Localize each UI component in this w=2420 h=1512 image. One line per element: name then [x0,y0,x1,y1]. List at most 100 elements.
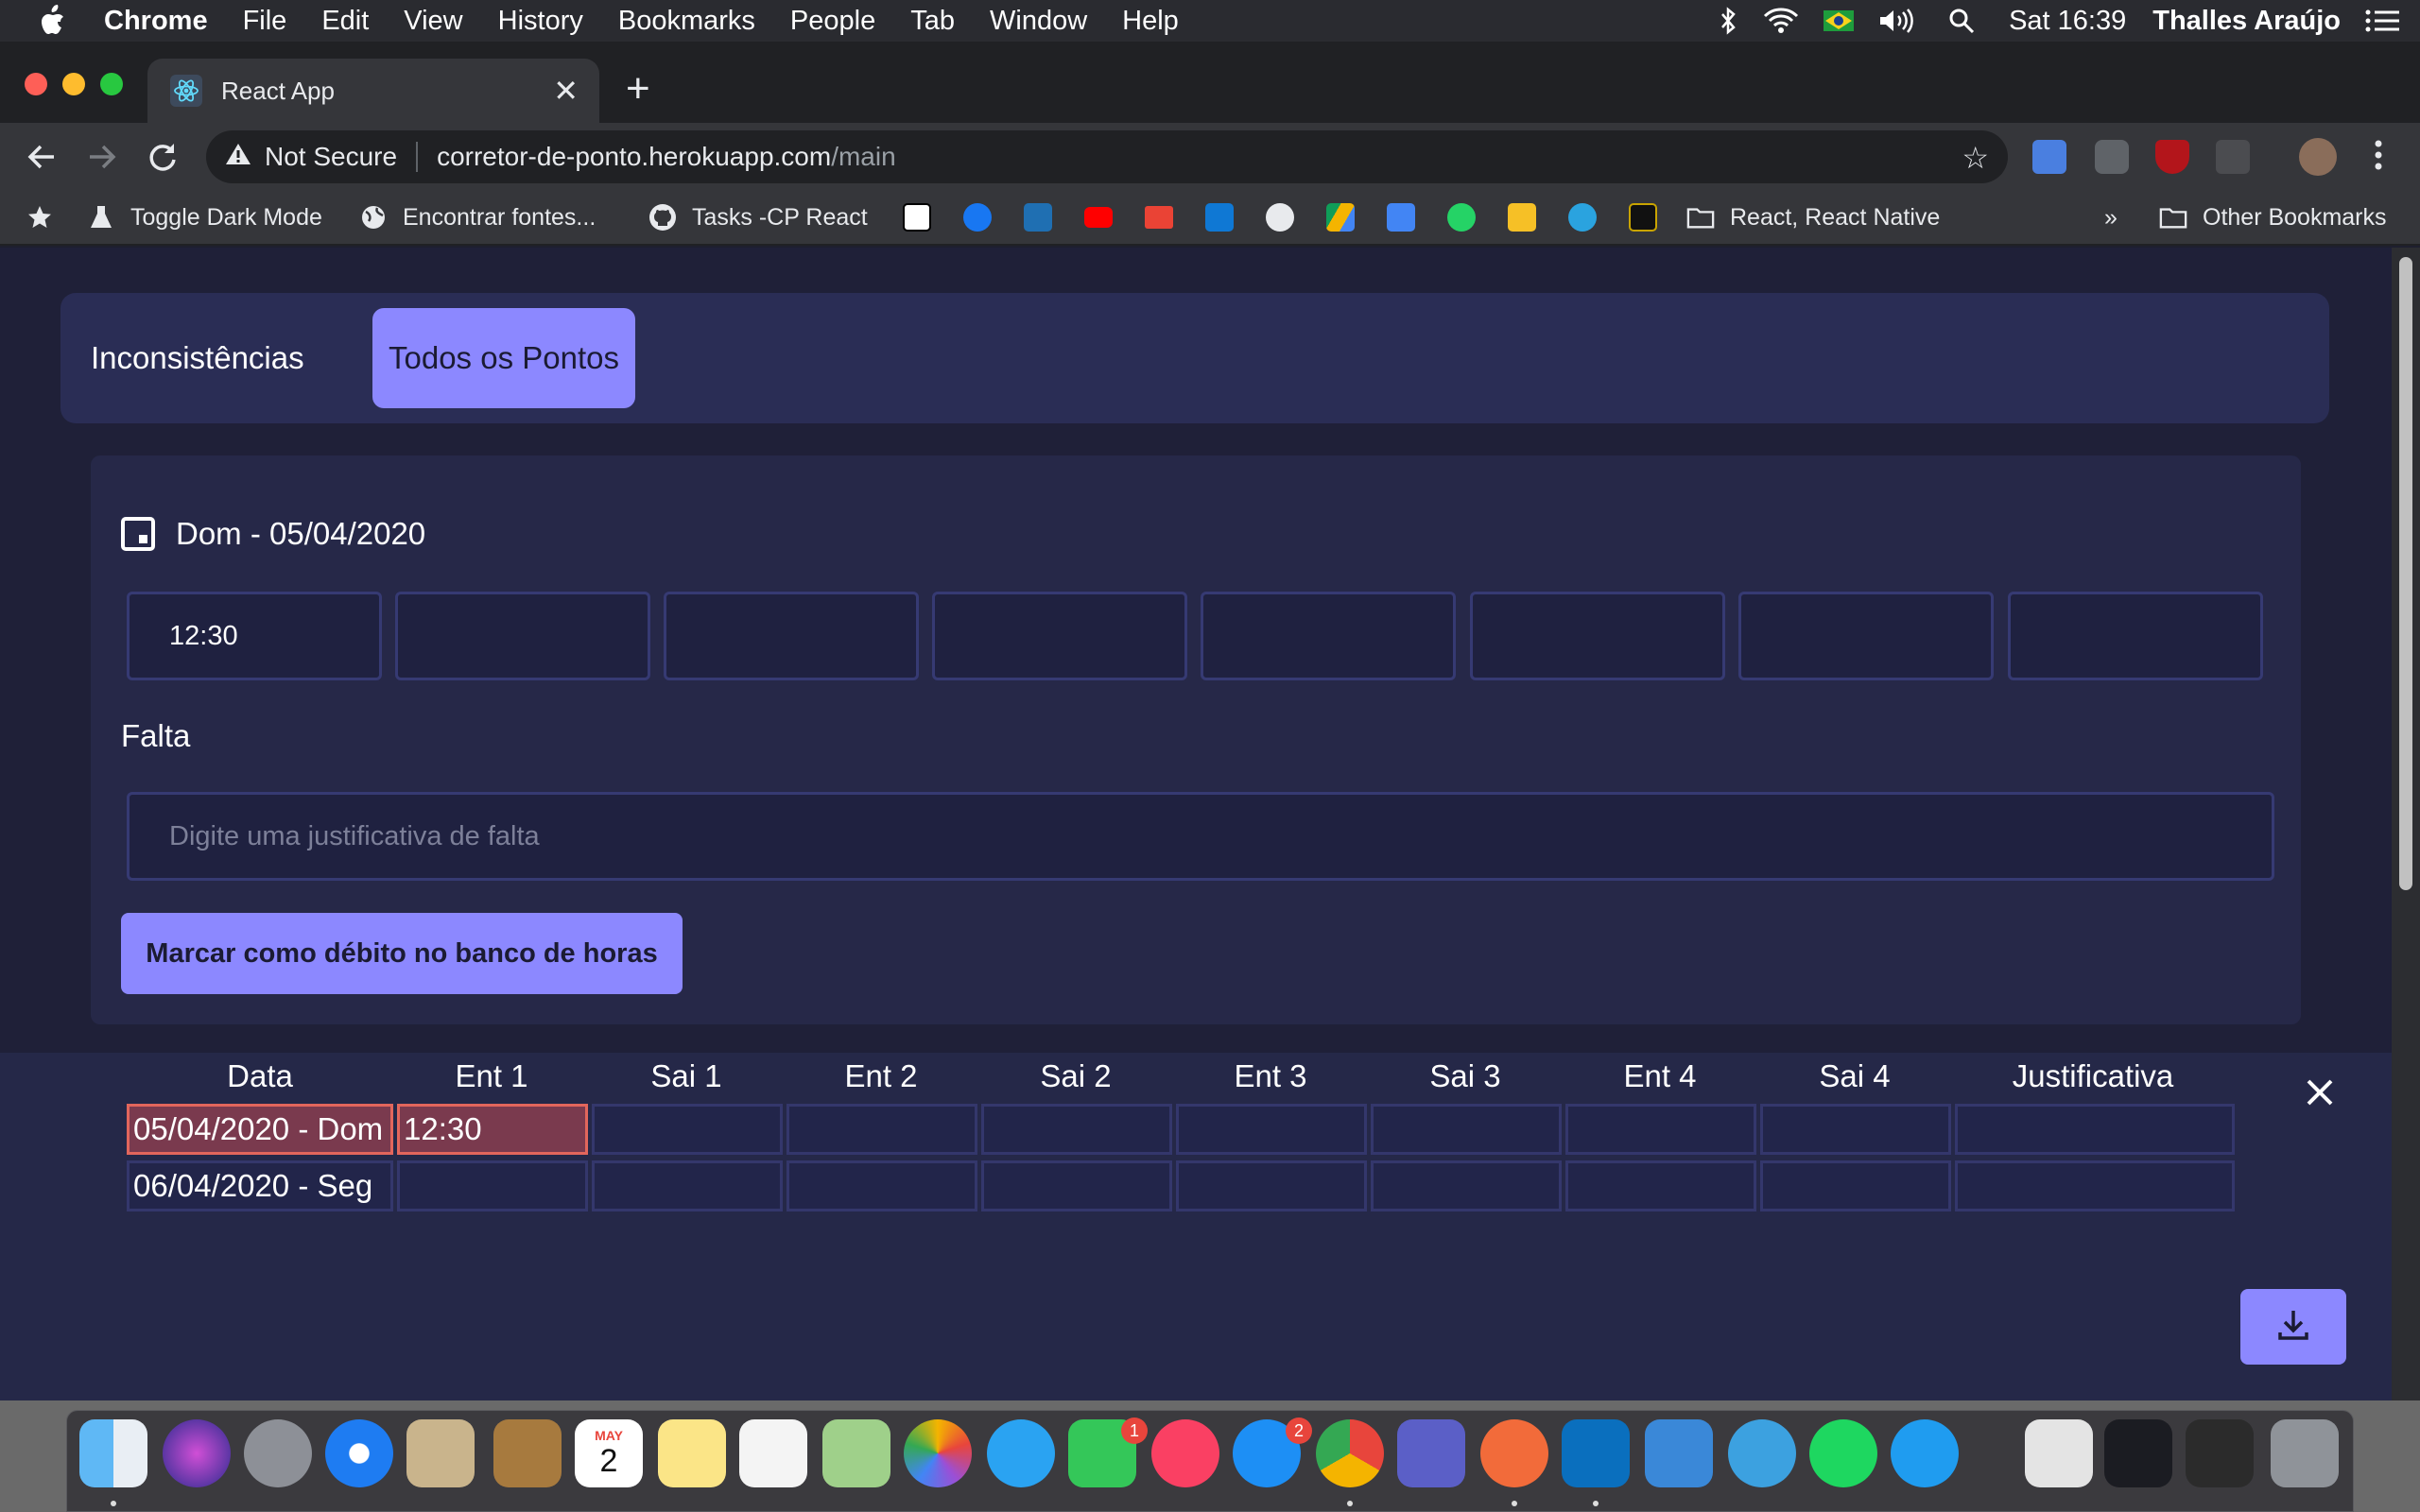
table-cell[interactable] [981,1160,1172,1211]
download-button[interactable] [2240,1289,2346,1365]
tab-inconsistencias[interactable]: Inconsistências [76,308,320,408]
facebook-icon[interactable] [963,203,992,232]
apps-star-icon[interactable] [26,200,53,234]
mark-debit-button[interactable]: Marcar como débito no banco de horas [121,913,683,994]
gmail-icon[interactable] [1145,206,1173,229]
menubar-clock[interactable]: Sat 16:39 [2009,6,2126,37]
close-panel-icon[interactable] [2305,1074,2335,1115]
page-scrollbar[interactable] [2392,248,2420,1400]
table-cell[interactable] [1760,1104,1951,1155]
vscode-icon[interactable] [1562,1419,1630,1487]
brazil-flag-icon[interactable] [1824,10,1855,31]
outlook-icon[interactable] [1205,203,1234,232]
safari-icon[interactable] [325,1419,393,1487]
github-bookmark-icon[interactable] [1266,203,1294,232]
wifi-icon[interactable] [1763,8,1799,34]
window-zoom-button[interactable] [100,73,123,95]
table-cell[interactable] [1955,1160,2235,1211]
postman-icon[interactable] [1480,1419,1548,1487]
bookmark-folder-react[interactable]: React, React Native [1686,200,1940,234]
window-thumbnail-vscode[interactable] [2104,1419,2172,1487]
window-minimize-button[interactable] [62,73,85,95]
table-cell[interactable] [981,1104,1172,1155]
time-entry-field[interactable] [1201,592,1456,680]
youtube-icon[interactable] [1084,207,1113,228]
menu-tab[interactable]: Tab [910,6,955,37]
table-cell-date[interactable]: 05/04/2020 - Dom [127,1104,393,1155]
photos-icon[interactable] [904,1419,972,1487]
table-cell[interactable] [786,1160,977,1211]
bookmarks-overflow-button[interactable]: » [2104,200,2118,234]
whatsapp-icon[interactable] [1447,203,1476,232]
security-status[interactable]: Not Secure [265,142,397,172]
chrome-menu-icon[interactable] [2354,130,2403,184]
tab-close-icon[interactable]: ✕ [553,76,579,106]
table-cell[interactable] [397,1160,588,1211]
table-cell-date[interactable]: 06/04/2020 - Seg [127,1160,393,1211]
scrollbar-thumb[interactable] [2399,257,2412,890]
notification-center-icon[interactable] [2365,9,2399,33]
reload-button[interactable] [138,132,187,186]
justification-input[interactable]: Digite uma justificativa de falta [127,792,2274,881]
menu-app-name[interactable]: Chrome [104,6,208,37]
apple-icon[interactable] [38,5,72,37]
notes-icon[interactable] [658,1419,726,1487]
table-cell[interactable] [592,1160,783,1211]
menu-history[interactable]: History [498,6,583,37]
window-thumbnail-chrome[interactable] [2186,1419,2254,1487]
back-button[interactable] [17,132,66,186]
menubar-user[interactable]: Thalles Araújo [2152,6,2341,37]
teams-icon[interactable] [1397,1419,1465,1487]
volume-icon[interactable] [1878,8,1916,34]
fork-icon[interactable] [1728,1419,1796,1487]
xcode-icon[interactable] [1645,1419,1713,1487]
time-entry-field[interactable] [1470,592,1725,680]
time-entry-field[interactable] [2008,592,2263,680]
table-cell[interactable] [1176,1160,1367,1211]
bookmark-encontrar-fontes[interactable]: Encontrar fontes... [359,200,596,234]
google-drive-icon[interactable] [1326,203,1355,232]
table-cell[interactable] [1371,1104,1562,1155]
reminders-icon[interactable] [739,1419,807,1487]
spotlight-search-icon[interactable] [1948,8,1975,34]
messages-icon[interactable] [987,1419,1055,1487]
codepen-icon[interactable] [1629,203,1657,232]
bluetooth-icon[interactable] [1720,7,1738,35]
browser-tab-active[interactable]: React App ✕ [147,59,599,123]
bookmark-tasks-cp-react[interactable]: Tasks -CP React [648,200,868,234]
finder-icon[interactable] [79,1419,147,1487]
table-cell[interactable] [1565,1104,1756,1155]
music-icon[interactable] [1151,1419,1219,1487]
time-entry-field[interactable] [1738,592,1994,680]
ublock-extension-icon[interactable] [2155,140,2189,174]
trash-icon[interactable] [2271,1419,2339,1487]
profile-avatar[interactable] [2299,138,2337,176]
table-cell[interactable] [1955,1104,2235,1155]
maps-icon[interactable] [822,1419,890,1487]
google-translate-extension-icon[interactable] [2032,140,2066,174]
selenium-extension-icon[interactable] [2216,140,2250,174]
table-cell[interactable] [592,1104,783,1155]
camera-extension-icon[interactable] [2095,140,2129,174]
siri-icon[interactable] [163,1419,231,1487]
menu-bookmarks[interactable]: Bookmarks [618,6,755,37]
mail-stamp-icon[interactable] [406,1419,475,1487]
time-entry-field[interactable] [395,592,650,680]
menu-window[interactable]: Window [990,6,1087,37]
warning-icon[interactable] [225,142,251,173]
time-entry-field[interactable] [932,592,1187,680]
time-entry-field[interactable]: 12:30 [127,592,382,680]
menu-file[interactable]: File [243,6,287,37]
bookmark-toggle-dark-mode[interactable]: Toggle Dark Mode [87,200,322,234]
table-cell[interactable] [1371,1160,1562,1211]
window-close-button[interactable] [25,73,47,95]
menu-help[interactable]: Help [1122,6,1179,37]
telegram-icon[interactable] [1568,203,1597,232]
testflight-icon[interactable] [1891,1419,1959,1487]
chrome-dock-icon[interactable] [1316,1419,1384,1487]
launchpad-icon[interactable] [244,1419,312,1487]
address-bar[interactable]: Not Secure corretor-de-ponto.herokuapp.c… [206,130,2008,183]
calendar-app-icon[interactable]: MAY 2 [575,1419,643,1487]
menu-edit[interactable]: Edit [321,6,369,37]
table-cell[interactable] [786,1104,977,1155]
